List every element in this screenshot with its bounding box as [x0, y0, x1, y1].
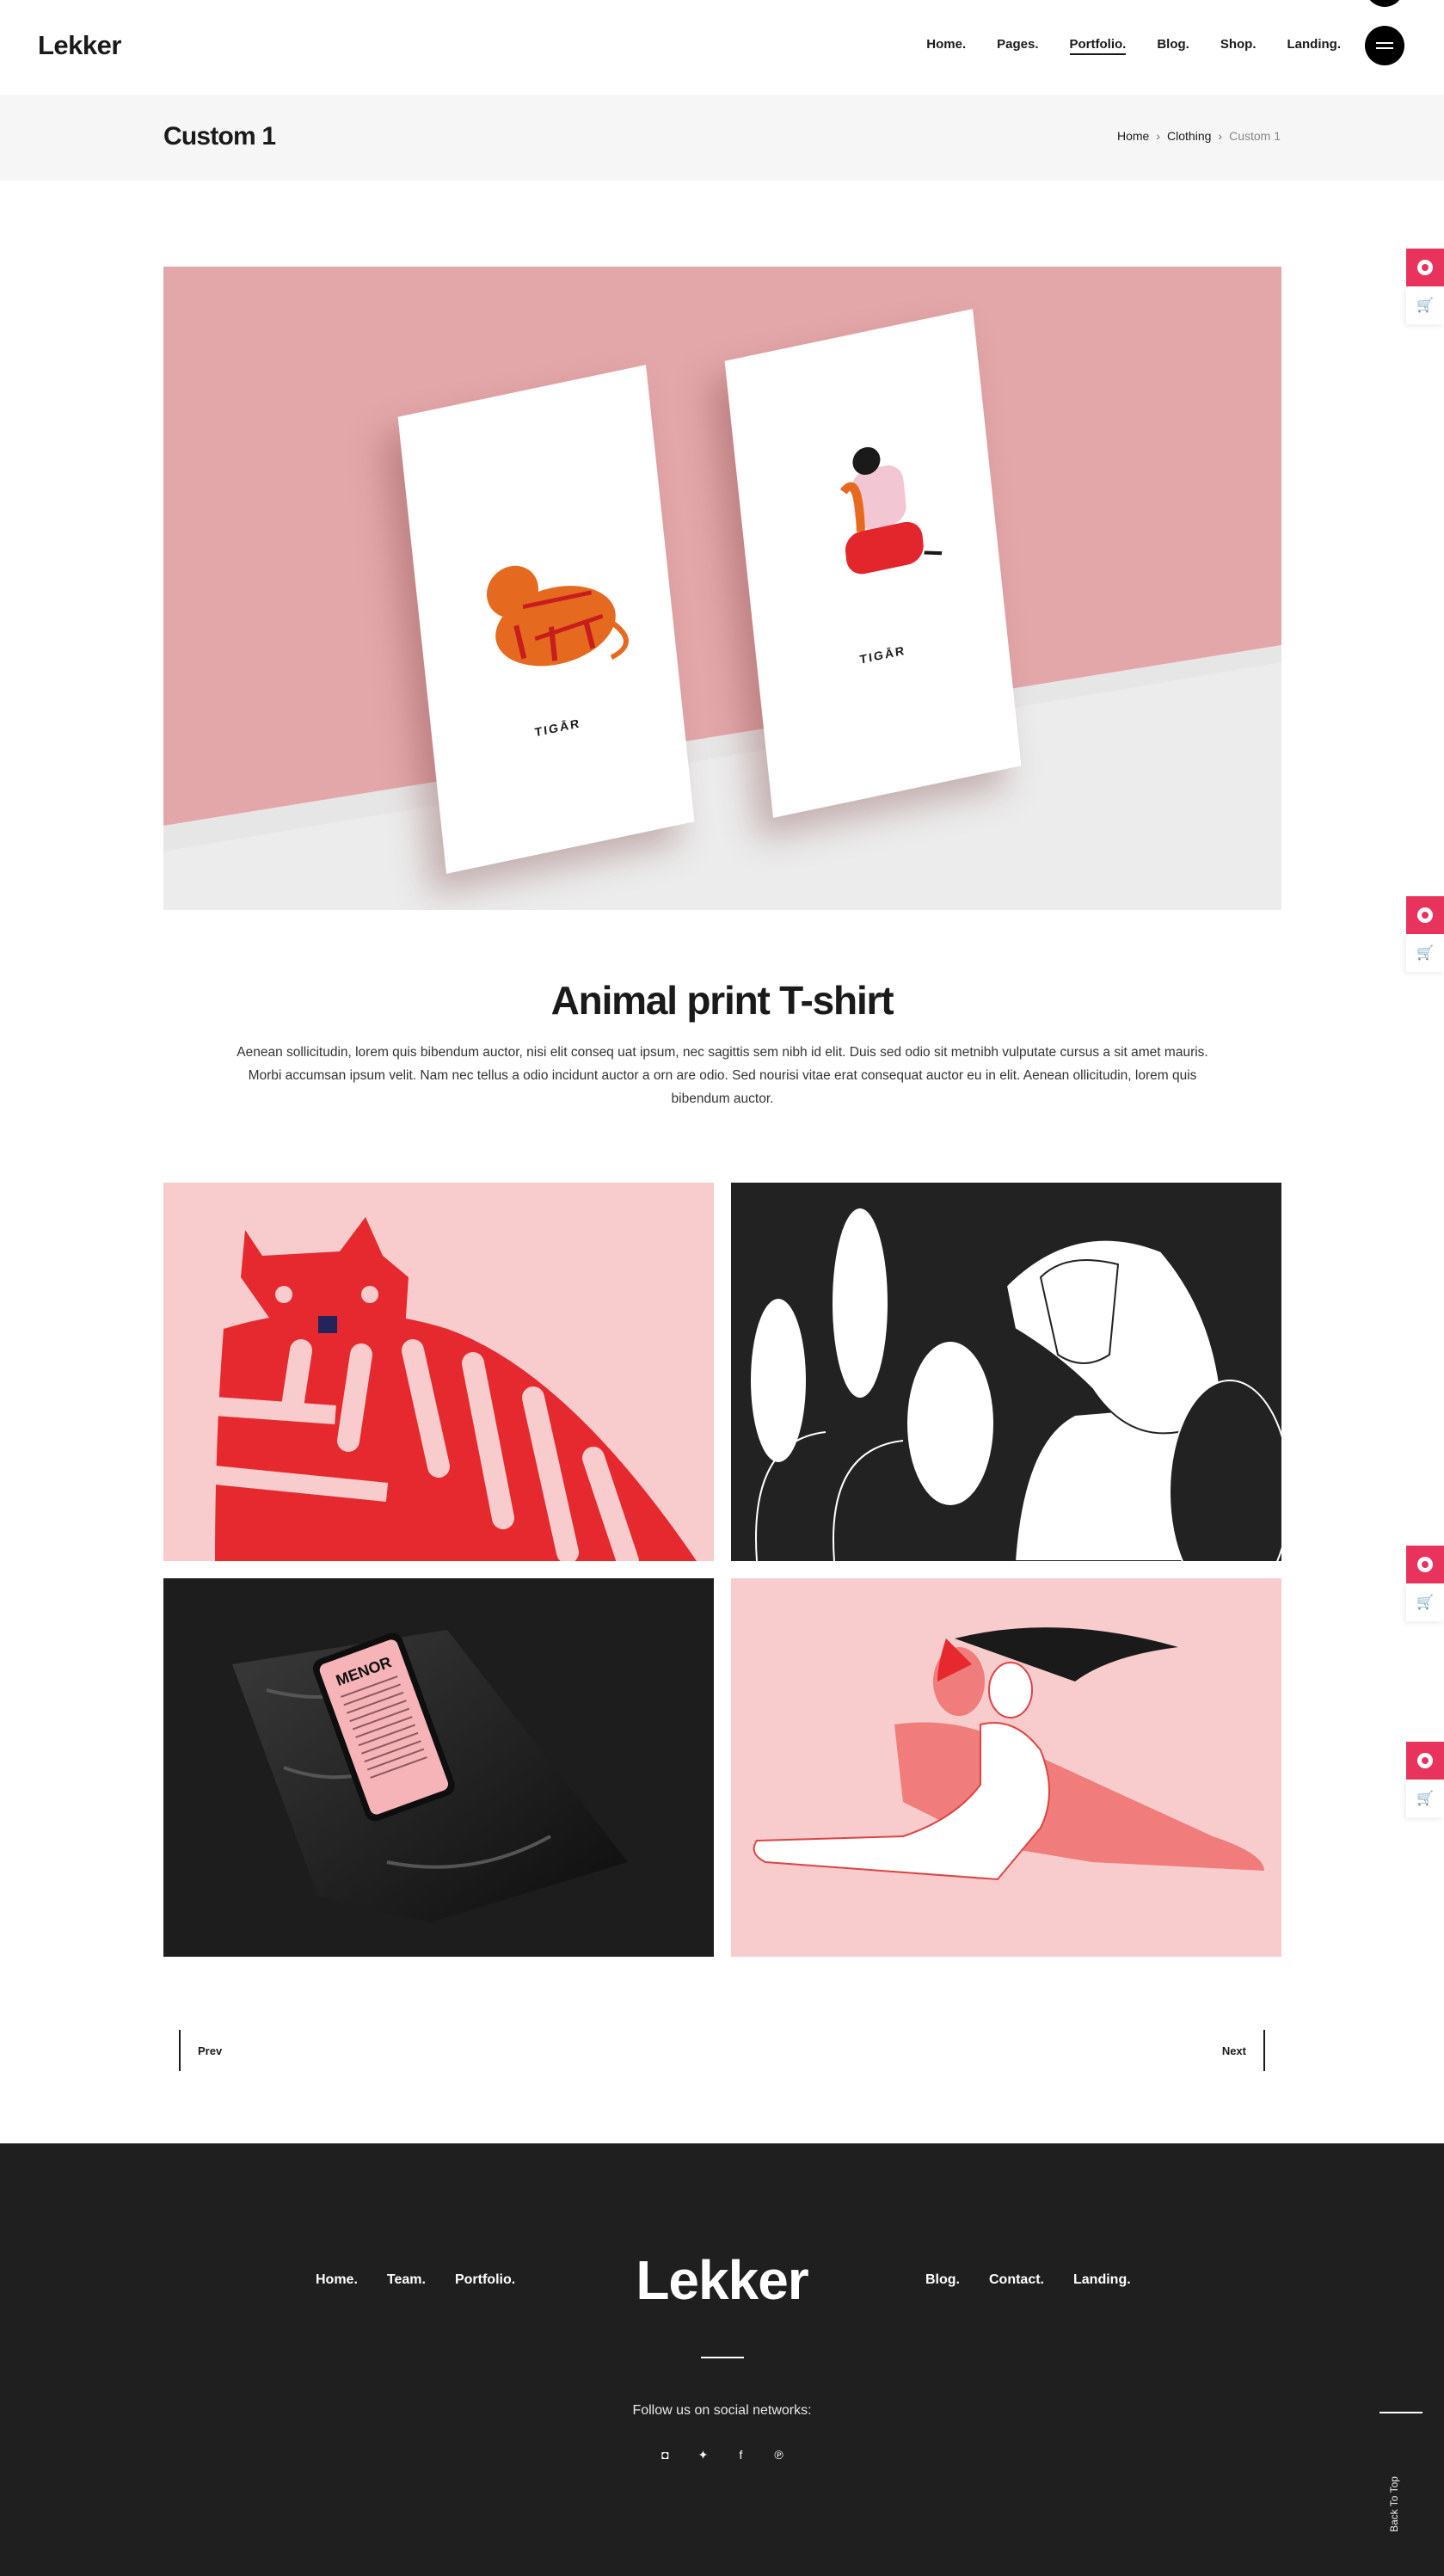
business-card-right: TIGĀR [724, 309, 1022, 818]
gallery-image-woman-crowd[interactable] [731, 1183, 1281, 1561]
prev-project-link[interactable]: Prev [179, 2030, 222, 2071]
woman-crowd-illustration [751, 1208, 1281, 1561]
business-card-left: TIGĀR [397, 365, 695, 874]
footer-nav-blog[interactable]: Blog. [925, 2272, 960, 2288]
site-header: Lekker Home. Pages. Portfolio. Blog. Sho… [0, 0, 1444, 95]
breadcrumb-clothing[interactable]: Clothing [1167, 129, 1211, 143]
cart-button[interactable]: 🛒 [1406, 286, 1444, 324]
twitter-icon[interactable]: ✦ [697, 2448, 710, 2462]
nav-portfolio[interactable]: Portfolio. [1069, 37, 1127, 55]
side-widget: 🛒 [1406, 1742, 1444, 1817]
footer-nav-landing[interactable]: Landing. [1073, 2272, 1131, 2288]
hamburger-menu-button[interactable] [1365, 26, 1404, 65]
side-widget: 🛒 [1406, 249, 1444, 324]
site-footer: Home. Team. Portfolio. Lekker Blog. Cont… [0, 2143, 1444, 2576]
back-to-top-button[interactable]: Back To Top [1379, 2412, 1422, 2532]
footer-nav-right: Blog. Contact. Landing. [925, 2272, 1131, 2288]
cart-icon: 🛒 [1416, 1595, 1434, 1610]
decorative-dot [1365, 0, 1404, 7]
follow-us-text: Follow us on social networks: [632, 2403, 812, 2418]
next-project-link[interactable]: Next [1222, 2030, 1265, 2071]
main-nav: Home. Pages. Portfolio. Blog. Shop. Land… [926, 37, 1341, 55]
nav-blog[interactable]: Blog. [1157, 37, 1189, 55]
nav-pages[interactable]: Pages. [997, 37, 1038, 55]
gallery-image-tiger[interactable] [163, 1183, 714, 1561]
gallery-image-phone[interactable]: MENOR [163, 1578, 714, 1957]
nav-shop[interactable]: Shop. [1220, 37, 1257, 55]
site-logo[interactable]: Lekker [38, 30, 121, 61]
breadcrumb: Home › Clothing › Custom 1 [1117, 129, 1281, 143]
target-icon [1417, 1753, 1433, 1768]
woman-tiger-illustration [839, 446, 943, 575]
facebook-icon[interactable]: f [734, 2448, 748, 2462]
target-icon [1417, 907, 1433, 923]
gallery-image-couple[interactable] [731, 1578, 1281, 1957]
product-description: Aenean sollicitudin, lorem quis bibendum… [237, 1045, 1208, 1106]
target-icon-button[interactable] [1406, 896, 1444, 934]
chevron-right-icon: › [1218, 129, 1223, 143]
page-title: Custom 1 [163, 122, 276, 151]
pinterest-icon[interactable]: ℗ [772, 2448, 786, 2462]
back-to-top-line [1379, 2412, 1422, 2413]
next-label: Next [1221, 2044, 1246, 2057]
couple-illustration [753, 1627, 1264, 1881]
cart-icon: 🛒 [1416, 946, 1434, 961]
phone-mockup-illustration: MENOR [232, 1630, 628, 1922]
instagram-icon[interactable]: ◘ [659, 2448, 673, 2462]
target-icon [1417, 260, 1433, 275]
product-title: Animal print T-shirt [550, 978, 894, 1023]
hero-background [163, 645, 1281, 910]
footer-nav-contact[interactable]: Contact. [989, 2272, 1044, 2288]
cart-icon: 🛒 [1416, 1792, 1434, 1806]
side-widget: 🛒 [1406, 896, 1444, 972]
hero-image: TIGĀR TIGĀR [163, 267, 1281, 910]
footer-logo[interactable]: Lekker [0, 2248, 1444, 2312]
back-to-top-label: Back To Top [1388, 2476, 1400, 2532]
cart-button[interactable]: 🛒 [1406, 1583, 1444, 1621]
page-title-bar: Custom 1 Home › Clothing › Custom 1 [0, 95, 1444, 181]
red-tiger-illustration [213, 1217, 697, 1561]
target-icon-button[interactable] [1406, 249, 1444, 286]
cart-button[interactable]: 🛒 [1406, 1780, 1444, 1817]
breadcrumb-current: Custom 1 [1229, 129, 1281, 143]
cart-button[interactable]: 🛒 [1406, 934, 1444, 972]
side-widget: 🛒 [1406, 1546, 1444, 1621]
prev-label: Prev [198, 2044, 223, 2057]
nav-home[interactable]: Home. [926, 37, 966, 55]
cart-icon: 🛒 [1416, 298, 1434, 313]
nav-landing[interactable]: Landing. [1287, 37, 1342, 55]
target-icon-button[interactable] [1406, 1742, 1444, 1780]
footer-divider [701, 2357, 744, 2358]
target-icon [1417, 1557, 1433, 1572]
breadcrumb-home[interactable]: Home [1117, 129, 1149, 143]
chevron-right-icon: › [1156, 129, 1161, 143]
social-links: ◘ ✦ f ℗ [0, 2448, 1444, 2462]
target-icon-button[interactable] [1406, 1546, 1444, 1583]
